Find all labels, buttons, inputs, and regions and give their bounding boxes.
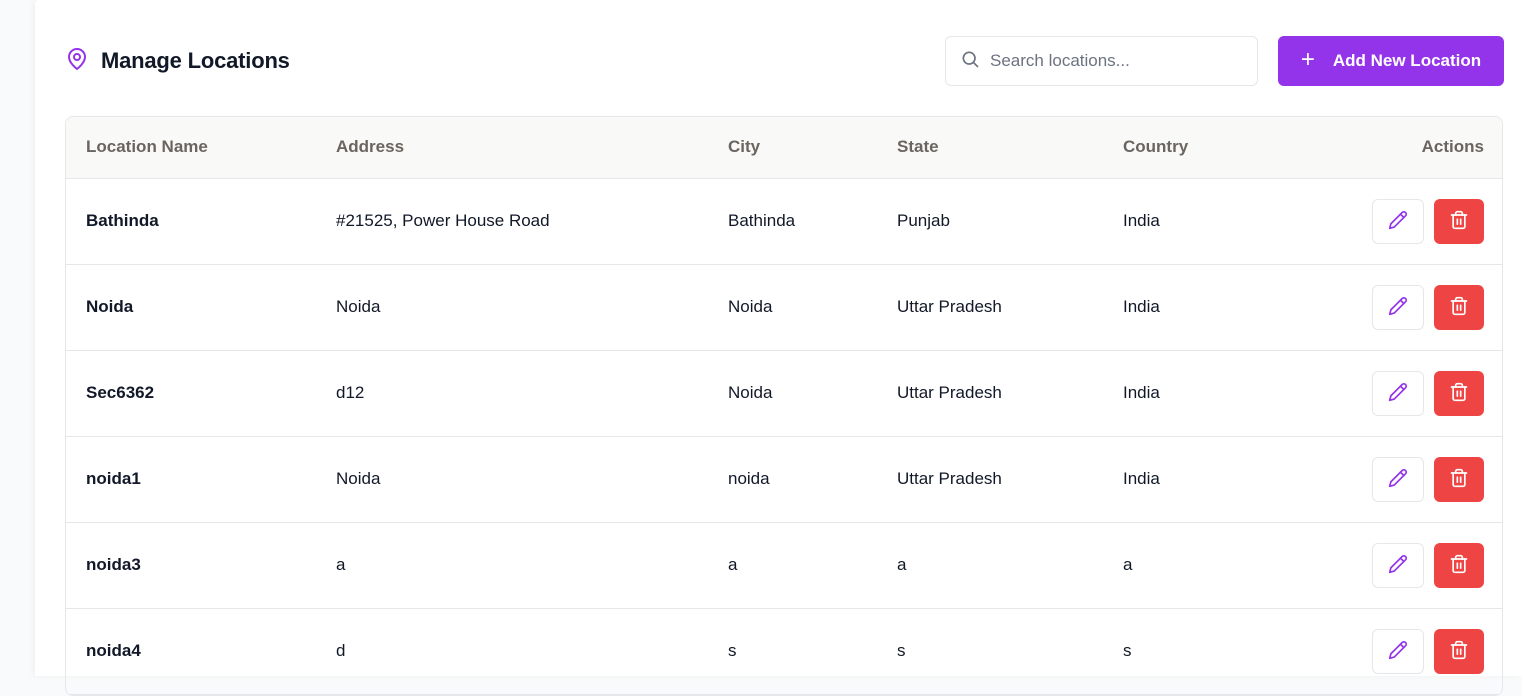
- address-cell: #21525, Power House Road: [336, 211, 550, 230]
- location-name-cell: noida4: [86, 641, 141, 660]
- trash-icon: [1449, 210, 1469, 233]
- location-name-cell: Noida: [86, 297, 134, 316]
- row-actions: [1372, 284, 1484, 330]
- state-cell: Uttar Pradesh: [897, 469, 1002, 488]
- column-header-state: State: [877, 117, 1103, 179]
- city-cell: Noida: [728, 297, 773, 316]
- delete-button[interactable]: [1434, 370, 1484, 416]
- locations-table-container: Location Name Address City State Country…: [65, 116, 1503, 696]
- edit-button[interactable]: [1372, 628, 1424, 674]
- address-cell: a: [336, 555, 346, 574]
- actions-cell: [1303, 522, 1502, 608]
- state-cell: Punjab: [897, 211, 950, 230]
- pencil-icon: [1388, 640, 1408, 663]
- city-cell: a: [728, 555, 738, 574]
- country-cell: India: [1123, 469, 1160, 488]
- search-icon: [960, 49, 980, 74]
- location-name-cell: Sec6362: [86, 383, 155, 402]
- delete-button[interactable]: [1434, 542, 1484, 588]
- table-row: noida3 a a a a: [66, 522, 1502, 608]
- actions-cell: [1303, 264, 1502, 350]
- plus-icon: +: [1300, 46, 1315, 73]
- edit-button[interactable]: [1372, 370, 1424, 416]
- column-header-location-name: Location Name: [66, 117, 316, 179]
- state-cell: Uttar Pradesh: [897, 383, 1002, 402]
- actions-cell: [1303, 436, 1502, 522]
- table-row: Bathinda #21525, Power House Road Bathinda…: [66, 178, 1502, 264]
- search-input[interactable]: [990, 51, 1243, 71]
- address-cell: d: [336, 641, 346, 660]
- table-row: Noida Noida Noida Uttar Pradesh India: [66, 264, 1502, 350]
- state-cell: s: [897, 641, 906, 660]
- search-box: [945, 36, 1258, 86]
- trash-icon: [1449, 296, 1469, 319]
- delete-button[interactable]: [1434, 628, 1484, 674]
- trash-icon: [1449, 468, 1469, 491]
- city-cell: s: [728, 641, 737, 660]
- address-cell: d12: [336, 383, 365, 402]
- row-actions: [1372, 198, 1484, 244]
- state-cell: a: [897, 555, 907, 574]
- actions-cell: [1303, 178, 1502, 264]
- row-actions: [1372, 628, 1484, 674]
- location-name-cell: Bathinda: [86, 211, 159, 230]
- edit-button[interactable]: [1372, 456, 1424, 502]
- country-cell: India: [1123, 297, 1160, 316]
- country-cell: a: [1123, 555, 1133, 574]
- delete-button[interactable]: [1434, 456, 1484, 502]
- pencil-icon: [1388, 554, 1408, 577]
- country-cell: India: [1123, 383, 1160, 402]
- country-cell: India: [1123, 211, 1160, 230]
- address-cell: Noida: [336, 297, 381, 316]
- trash-icon: [1449, 554, 1469, 577]
- address-cell: Noida: [336, 469, 381, 488]
- actions-cell: [1303, 350, 1502, 436]
- row-actions: [1372, 542, 1484, 588]
- pencil-icon: [1388, 296, 1408, 319]
- table-row: noida1 Noida noida Uttar Pradesh India: [66, 436, 1502, 522]
- table-row: noida4 d s s s: [66, 608, 1502, 694]
- locations-card: Manage Locations + Add New Location: [35, 0, 1522, 696]
- column-header-country: Country: [1103, 117, 1303, 179]
- column-header-city: City: [708, 117, 877, 179]
- country-cell: s: [1123, 641, 1132, 660]
- city-cell: Noida: [728, 383, 773, 402]
- delete-button[interactable]: [1434, 198, 1484, 244]
- title-group: Manage Locations: [65, 47, 290, 76]
- edit-button[interactable]: [1372, 284, 1424, 330]
- column-header-address: Address: [316, 117, 708, 179]
- map-pin-icon: [65, 47, 89, 76]
- state-cell: Uttar Pradesh: [897, 297, 1002, 316]
- actions-cell: [1303, 608, 1502, 694]
- delete-button[interactable]: [1434, 284, 1484, 330]
- edit-button[interactable]: [1372, 542, 1424, 588]
- edit-button[interactable]: [1372, 198, 1424, 244]
- table-header-row: Location Name Address City State Country…: [66, 117, 1502, 179]
- trash-icon: [1449, 640, 1469, 663]
- trash-icon: [1449, 382, 1469, 405]
- page-header: Manage Locations + Add New Location: [65, 36, 1504, 86]
- location-name-cell: noida3: [86, 555, 141, 574]
- pencil-icon: [1388, 468, 1408, 491]
- table-row: Sec6362 d12 Noida Uttar Pradesh India: [66, 350, 1502, 436]
- row-actions: [1372, 370, 1484, 416]
- row-actions: [1372, 456, 1484, 502]
- add-location-button[interactable]: + Add New Location: [1278, 36, 1504, 86]
- pencil-icon: [1388, 382, 1408, 405]
- city-cell: noida: [728, 469, 770, 488]
- column-header-actions: Actions: [1303, 117, 1502, 179]
- page-title: Manage Locations: [101, 48, 290, 73]
- header-actions: + Add New Location: [945, 36, 1504, 86]
- location-name-cell: noida1: [86, 469, 141, 488]
- city-cell: Bathinda: [728, 211, 796, 230]
- locations-table: Location Name Address City State Country…: [66, 117, 1502, 695]
- pencil-icon: [1388, 210, 1408, 233]
- add-location-label: Add New Location: [1332, 51, 1482, 70]
